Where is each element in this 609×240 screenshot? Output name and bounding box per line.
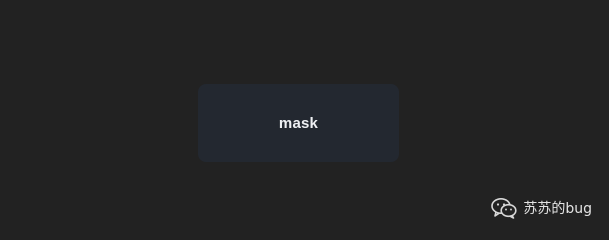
mask-card: mask xyxy=(198,84,399,162)
mask-label: mask xyxy=(278,114,319,132)
wechat-icon xyxy=(491,198,517,219)
canvas: mask 苏苏的bug xyxy=(0,0,609,237)
watermark-text: 苏苏的bug xyxy=(523,201,592,217)
watermark: 苏苏的bug xyxy=(491,197,592,219)
